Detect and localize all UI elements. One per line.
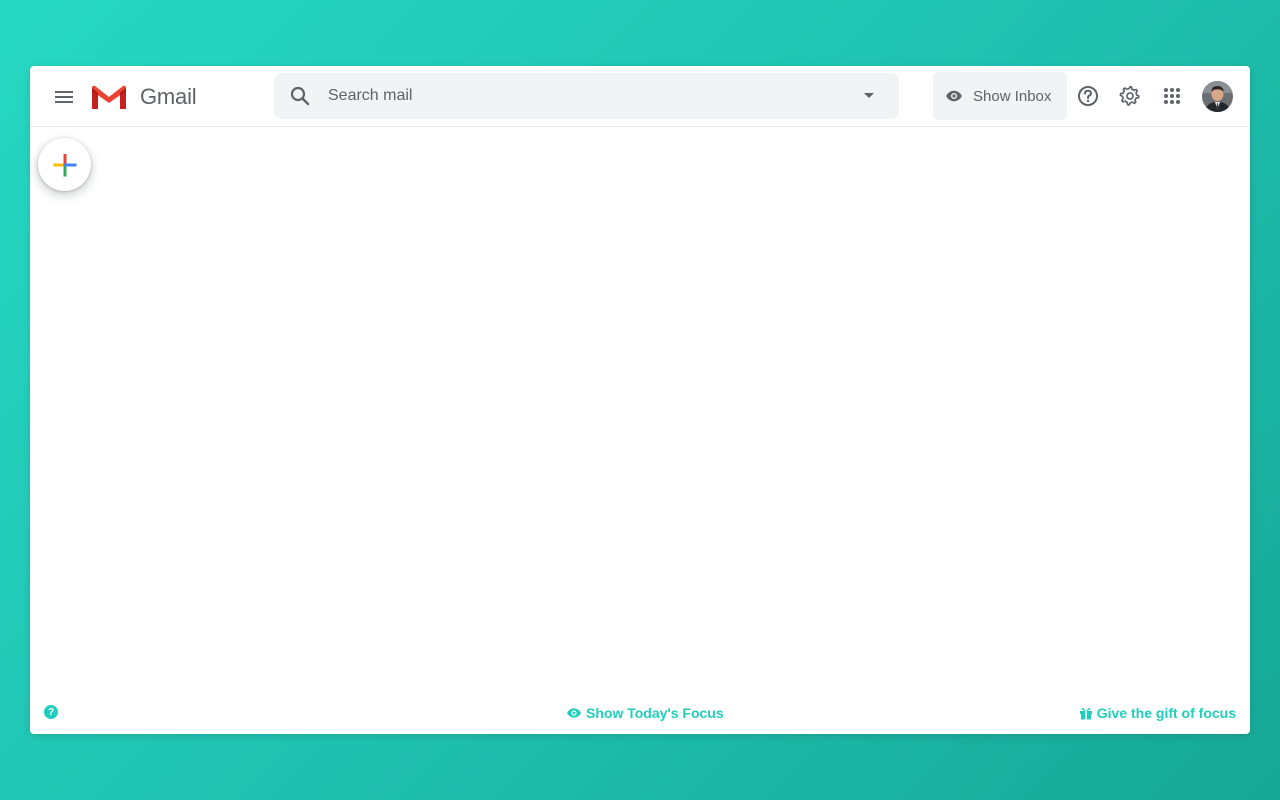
give-gift-link[interactable]: Give the gift of focus	[1079, 704, 1236, 722]
avatar-photo-icon	[1202, 81, 1233, 112]
gmail-logo-link[interactable]: Gmail	[90, 80, 197, 114]
gmail-logo-icon	[92, 85, 126, 109]
app-name: Gmail	[140, 84, 197, 109]
search-icon[interactable]	[288, 84, 312, 108]
compose-button[interactable]	[38, 138, 91, 191]
help-button[interactable]	[1070, 78, 1106, 114]
show-todays-focus-label: Show Today's Focus	[586, 705, 724, 721]
search-input[interactable]	[328, 73, 848, 119]
main-menu-button[interactable]	[44, 77, 84, 117]
dropdown-icon	[864, 93, 874, 98]
settings-button[interactable]	[1112, 78, 1148, 114]
plus-icon	[53, 153, 76, 176]
account-avatar[interactable]	[1202, 81, 1233, 112]
search-options-button[interactable]	[857, 84, 881, 108]
focus-footer: ? Show Today's Focus Give the gift of fo…	[30, 696, 1250, 728]
apps-button[interactable]	[1154, 78, 1190, 114]
eye-icon	[567, 708, 581, 718]
gift-icon	[1079, 708, 1092, 720]
apps-grid-icon	[1164, 88, 1180, 104]
show-inbox-label: Show Inbox	[973, 87, 1052, 105]
eye-icon	[946, 90, 962, 102]
show-todays-focus-link[interactable]: Show Today's Focus	[566, 704, 724, 722]
show-inbox-button[interactable]: Show Inbox	[933, 72, 1067, 120]
menu-icon	[55, 91, 73, 103]
gear-icon	[1119, 86, 1140, 106]
search-bar	[274, 73, 899, 119]
give-gift-label: Give the gift of focus	[1096, 705, 1236, 721]
help-icon	[1078, 86, 1098, 106]
header-bar: Gmail Show Inbox	[30, 66, 1250, 127]
footer-help-icon[interactable]: ?	[44, 705, 58, 719]
gmail-window: Gmail Show Inbox	[30, 66, 1250, 734]
